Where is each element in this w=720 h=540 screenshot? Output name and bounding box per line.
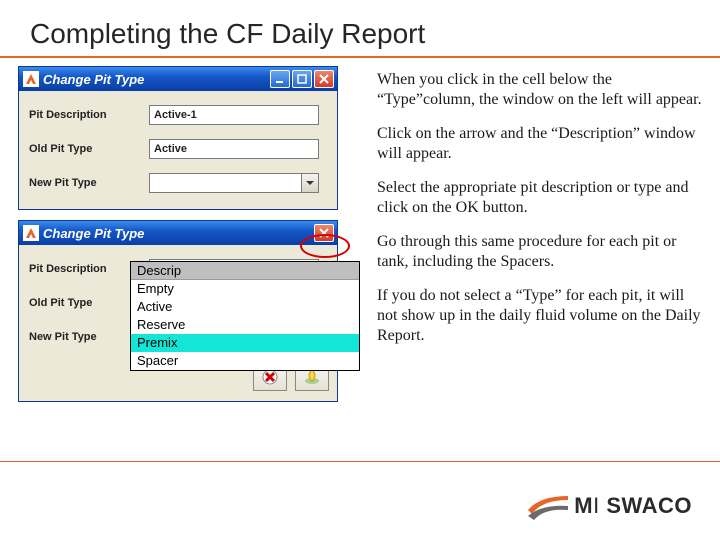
old-pit-type-field: Active [149, 139, 319, 159]
dialog-app-icon [23, 71, 39, 87]
bottom-rule [0, 461, 720, 462]
page-title: Completing the CF Daily Report [0, 0, 720, 56]
logo-text-swaco: SWACO [606, 493, 692, 518]
maximize-button[interactable] [292, 70, 312, 88]
pit-description-label: Pit Description [29, 109, 149, 121]
new-pit-type-row: New Pit Type [29, 173, 329, 193]
title-rule [0, 56, 720, 58]
combo-text [150, 174, 301, 192]
chevron-down-icon[interactable] [301, 174, 318, 192]
dialog-title: Change Pit Type [43, 72, 266, 87]
window-buttons [270, 70, 334, 88]
left-column: Change Pit Type Pit Description Active-1… [18, 66, 363, 402]
dialog-titlebar: Change Pit Type [19, 67, 337, 91]
instruction-paragraph: When you click in the cell below the “Ty… [377, 70, 702, 110]
arrow-callout-oval [300, 234, 350, 258]
new-pit-type-label: New Pit Type [29, 177, 149, 189]
dropdown-header: Descrip [131, 262, 359, 280]
instruction-paragraph: If you do not select a “Type” for each p… [377, 286, 702, 346]
change-pit-type-dialog-1: Change Pit Type Pit Description Active-1… [18, 66, 338, 210]
content-area: Change Pit Type Pit Description Active-1… [0, 64, 720, 402]
mi-swaco-logo: MI SWACO [528, 492, 692, 520]
dropdown-item-active[interactable]: Active [131, 298, 359, 316]
instruction-paragraph: Click on the arrow and the “Description”… [377, 124, 702, 164]
dialog-app-icon [23, 225, 39, 241]
pit-description-field: Active-1 [149, 105, 319, 125]
dialog-title: Change Pit Type [43, 226, 310, 241]
logo-text: MI SWACO [574, 493, 692, 519]
dialog-body: Pit Description Active-1 Old Pit Type Ac… [19, 91, 337, 209]
pit-type-dropdown[interactable]: Descrip Empty Active Reserve Premix Spac… [130, 261, 360, 371]
dropdown-item-spacer[interactable]: Spacer [131, 352, 359, 370]
dropdown-item-premix[interactable]: Premix [131, 334, 359, 352]
old-pit-type-label: Old Pit Type [29, 143, 149, 155]
dropdown-item-reserve[interactable]: Reserve [131, 316, 359, 334]
dialog-titlebar: Change Pit Type [19, 221, 337, 245]
logo-text-m: M [574, 493, 593, 518]
close-button[interactable] [314, 70, 334, 88]
instruction-paragraph: Go through this same procedure for each … [377, 232, 702, 272]
logo-swoosh-icon [528, 492, 568, 520]
minimize-button[interactable] [270, 70, 290, 88]
old-pit-type-row: Old Pit Type Active [29, 139, 329, 159]
dropdown-item-empty[interactable]: Empty [131, 280, 359, 298]
pit-description-row: Pit Description Active-1 [29, 105, 329, 125]
instruction-paragraph: Select the appropriate pit description o… [377, 178, 702, 218]
instructions-column: When you click in the cell below the “Ty… [363, 66, 710, 360]
logo-text-i: I [593, 493, 600, 518]
new-pit-type-combo[interactable] [149, 173, 319, 193]
